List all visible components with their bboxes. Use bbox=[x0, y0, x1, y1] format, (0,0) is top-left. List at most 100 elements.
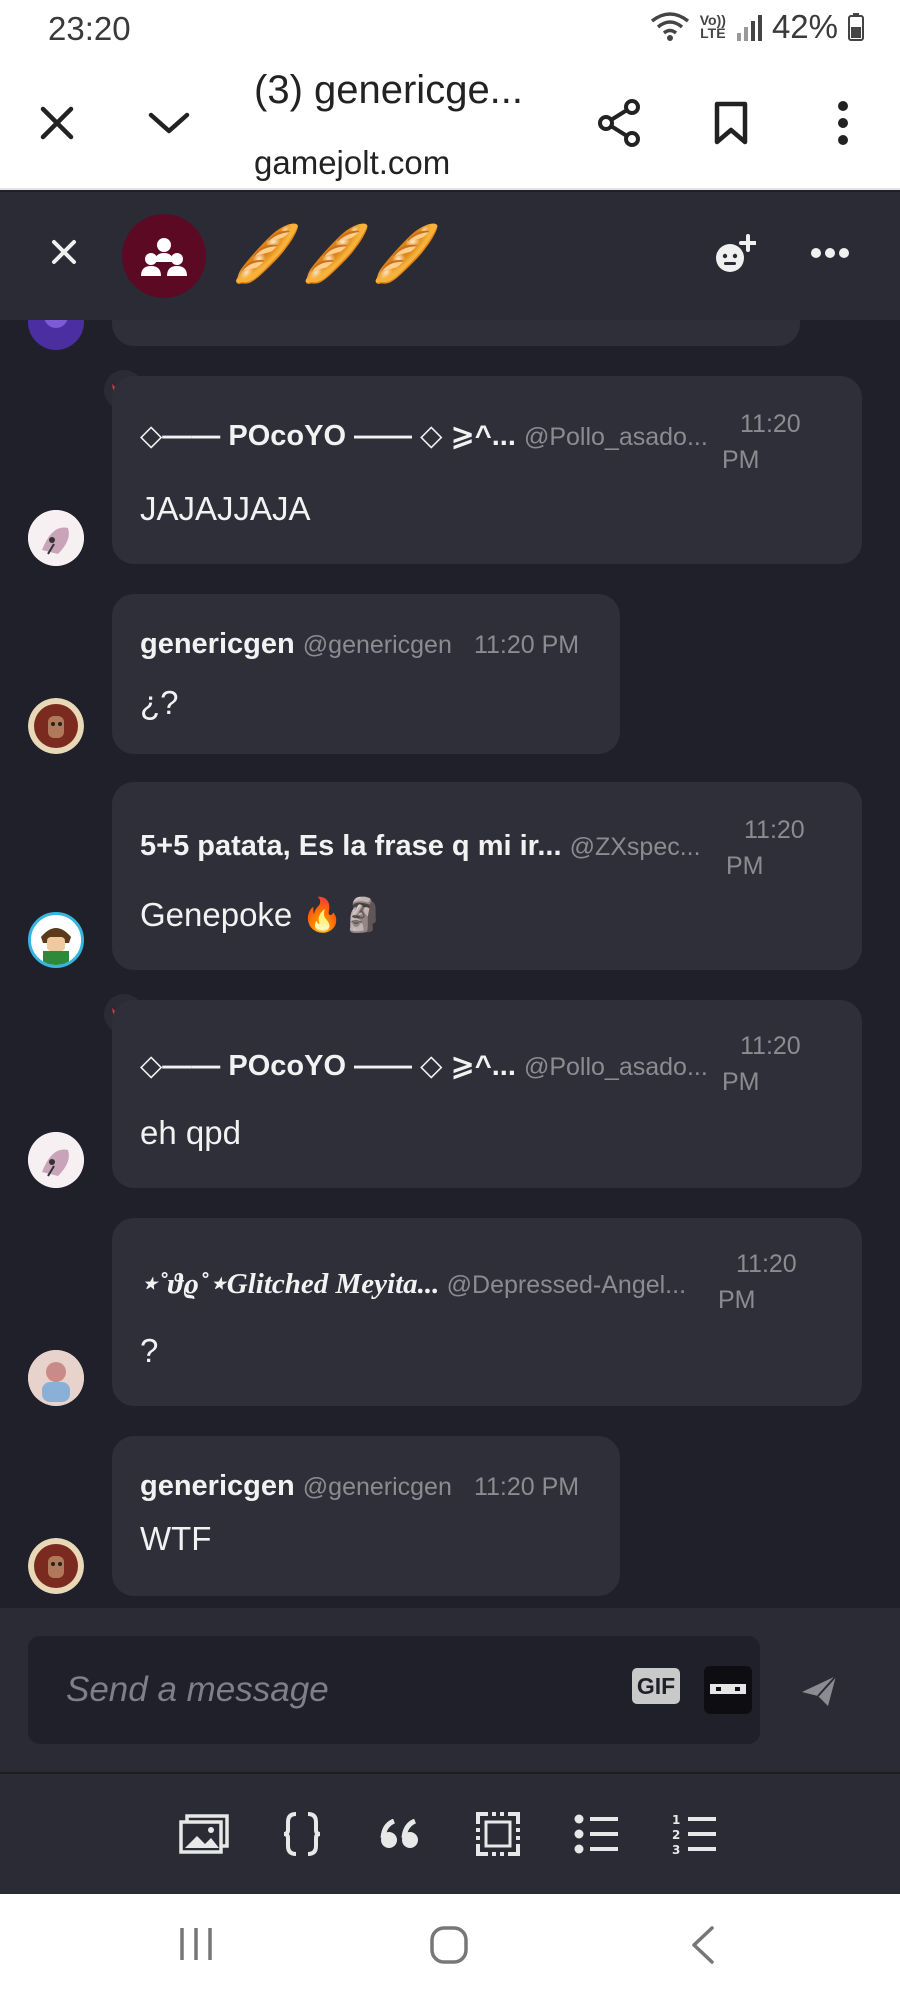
add-member-button[interactable] bbox=[714, 234, 757, 279]
home-button[interactable] bbox=[428, 1924, 470, 1971]
bullet-list-button[interactable] bbox=[566, 1804, 626, 1864]
insert-image-button[interactable] bbox=[174, 1804, 234, 1864]
bookmark-button[interactable] bbox=[696, 88, 766, 158]
message-time: 11:20 PM bbox=[726, 816, 805, 880]
user-avatar[interactable] bbox=[28, 1132, 84, 1188]
message-bubble[interactable]: ⋆˚ϑϱ˚⋆Glitched Meyita... @Depressed-Ange… bbox=[112, 1218, 862, 1406]
svg-text:2: 2 bbox=[672, 1828, 680, 1842]
format-toolbar: 1 2 3 bbox=[0, 1772, 900, 1894]
send-icon bbox=[802, 1675, 837, 1706]
sticker-button[interactable] bbox=[704, 1666, 752, 1714]
back-button[interactable] bbox=[688, 1924, 718, 1971]
message-bubble[interactable]: ◇—— POcoYO —— ◇ ⩾^... @Pollo_asado... 11… bbox=[112, 1000, 862, 1188]
battery-icon bbox=[848, 13, 864, 41]
spoiler-button[interactable] bbox=[468, 1804, 528, 1864]
message-bubble-partial bbox=[112, 320, 800, 346]
close-chat-button[interactable] bbox=[50, 238, 78, 271]
chat-header: 🥖🥖🥖 bbox=[0, 192, 900, 320]
page-url[interactable]: gamejolt.com bbox=[254, 144, 450, 182]
message-text: ? bbox=[140, 1332, 159, 1369]
message-list[interactable]: ◇—— POcoYO —— ◇ ⩾^... @Pollo_asado... 11… bbox=[0, 320, 900, 1608]
message-bubble[interactable]: ◇—— POcoYO —— ◇ ⩾^... @Pollo_asado... 11… bbox=[112, 376, 862, 564]
message-composer: Send a message GIF bbox=[0, 1608, 900, 1772]
more-vertical-icon bbox=[838, 101, 848, 145]
status-bar: 23:20 Vo)) LTE 42% bbox=[0, 0, 900, 58]
message-handle: @Pollo_asado... bbox=[523, 423, 708, 451]
system-nav-bar bbox=[0, 1894, 900, 2007]
numbered-list-icon: 1 2 3 bbox=[672, 1813, 716, 1856]
user-avatar[interactable] bbox=[28, 1350, 84, 1406]
browser-menu-button[interactable] bbox=[808, 88, 878, 158]
image-icon bbox=[179, 1814, 229, 1854]
message-author[interactable]: genericgen @genericgen 11:20 PM bbox=[140, 1470, 579, 1503]
quote-icon bbox=[380, 1819, 418, 1848]
message-handle: @Pollo_asado... bbox=[523, 1053, 708, 1081]
home-icon bbox=[430, 1926, 468, 1964]
close-icon bbox=[52, 240, 76, 264]
message-author[interactable]: genericgen @genericgen 11:20 PM bbox=[140, 628, 579, 661]
sticker-icon bbox=[710, 1684, 746, 1694]
group-icon bbox=[141, 238, 187, 276]
svg-text:1: 1 bbox=[672, 1813, 680, 1827]
svg-text:3: 3 bbox=[672, 1843, 680, 1856]
quote-button[interactable] bbox=[370, 1804, 430, 1864]
minimize-tab-button[interactable] bbox=[134, 88, 204, 158]
message-input-placeholder: Send a message bbox=[66, 1670, 329, 1709]
close-tab-button[interactable] bbox=[22, 88, 92, 158]
bullet-list-icon bbox=[574, 1814, 618, 1854]
message-handle: @ZXspec... bbox=[569, 833, 701, 861]
message-text: JAJAJJAJA bbox=[140, 490, 311, 527]
code-block-button[interactable] bbox=[272, 1804, 332, 1864]
chat-options-button[interactable] bbox=[810, 246, 850, 264]
page-title: (3) genericge... bbox=[254, 68, 524, 112]
user-avatar[interactable] bbox=[28, 510, 84, 566]
back-icon bbox=[692, 1926, 714, 1964]
share-icon bbox=[598, 99, 640, 147]
spoiler-icon bbox=[476, 1812, 520, 1856]
room-title: 🥖🥖🥖 bbox=[232, 222, 442, 285]
message-handle: @genericgen bbox=[302, 631, 452, 659]
group-avatar[interactable] bbox=[122, 214, 206, 298]
user-avatar[interactable] bbox=[28, 698, 84, 754]
close-icon bbox=[40, 106, 74, 140]
signal-icon bbox=[736, 15, 762, 41]
wifi-icon bbox=[650, 12, 689, 41]
message-text: Genepoke 🔥🗿 bbox=[140, 896, 384, 933]
bookmark-icon bbox=[714, 101, 748, 145]
status-time: 23:20 bbox=[48, 10, 131, 47]
message-bubble[interactable]: genericgen @genericgen 11:20 PM WTF bbox=[112, 1436, 620, 1596]
message-input[interactable]: Send a message GIF bbox=[28, 1636, 760, 1744]
message-bubble[interactable]: 5+5 patata, Es la frase q mi ir... @ZXsp… bbox=[112, 782, 862, 970]
message-time: 11:20 PM bbox=[473, 1473, 580, 1501]
network-type-label: Vo)) LTE bbox=[699, 12, 726, 41]
message-text: ¿? bbox=[140, 684, 179, 721]
message-text: WTF bbox=[140, 1520, 212, 1557]
message-text: eh qpd bbox=[140, 1114, 241, 1151]
recent-apps-button[interactable] bbox=[176, 1924, 216, 1969]
message-author[interactable]: ◇—— POcoYO —— ◇ ⩾^... @Pollo_asado... bbox=[140, 418, 708, 453]
user-avatar[interactable] bbox=[28, 1538, 84, 1594]
message-bubble[interactable]: genericgen @genericgen 11:20 PM ¿? bbox=[112, 594, 620, 754]
add-member-icon bbox=[716, 234, 757, 272]
share-button[interactable] bbox=[584, 88, 654, 158]
send-button[interactable] bbox=[800, 1674, 838, 1713]
message-time: 11:20 PM bbox=[722, 410, 801, 474]
battery-percent: 42% bbox=[771, 8, 838, 45]
message-handle: @genericgen bbox=[302, 1473, 452, 1501]
message-author[interactable]: 5+5 patata, Es la frase q mi ir... @ZXsp… bbox=[140, 830, 701, 863]
code-block-icon bbox=[283, 1812, 321, 1856]
message-time: 11:20 PM bbox=[473, 631, 580, 659]
gif-button[interactable]: GIF bbox=[632, 1668, 680, 1704]
numbered-list-button[interactable]: 1 2 3 bbox=[664, 1804, 724, 1864]
message-author[interactable]: ◇—— POcoYO —— ◇ ⩾^... @Pollo_asado... bbox=[140, 1048, 708, 1083]
browser-toolbar: (3) genericge... gamejolt.com bbox=[0, 58, 900, 190]
recent-apps-icon bbox=[180, 1928, 212, 1960]
message-handle: @Depressed-Angel... bbox=[446, 1271, 687, 1299]
user-avatar[interactable] bbox=[28, 912, 84, 968]
chevron-down-icon bbox=[148, 112, 190, 134]
more-horizontal-icon bbox=[811, 248, 849, 258]
user-avatar[interactable] bbox=[28, 320, 84, 350]
message-author[interactable]: ⋆˚ϑϱ˚⋆Glitched Meyita... @Depressed-Ange… bbox=[140, 1266, 686, 1301]
message-time: 11:20 PM bbox=[718, 1250, 797, 1314]
message-time: 11:20 PM bbox=[722, 1032, 801, 1096]
